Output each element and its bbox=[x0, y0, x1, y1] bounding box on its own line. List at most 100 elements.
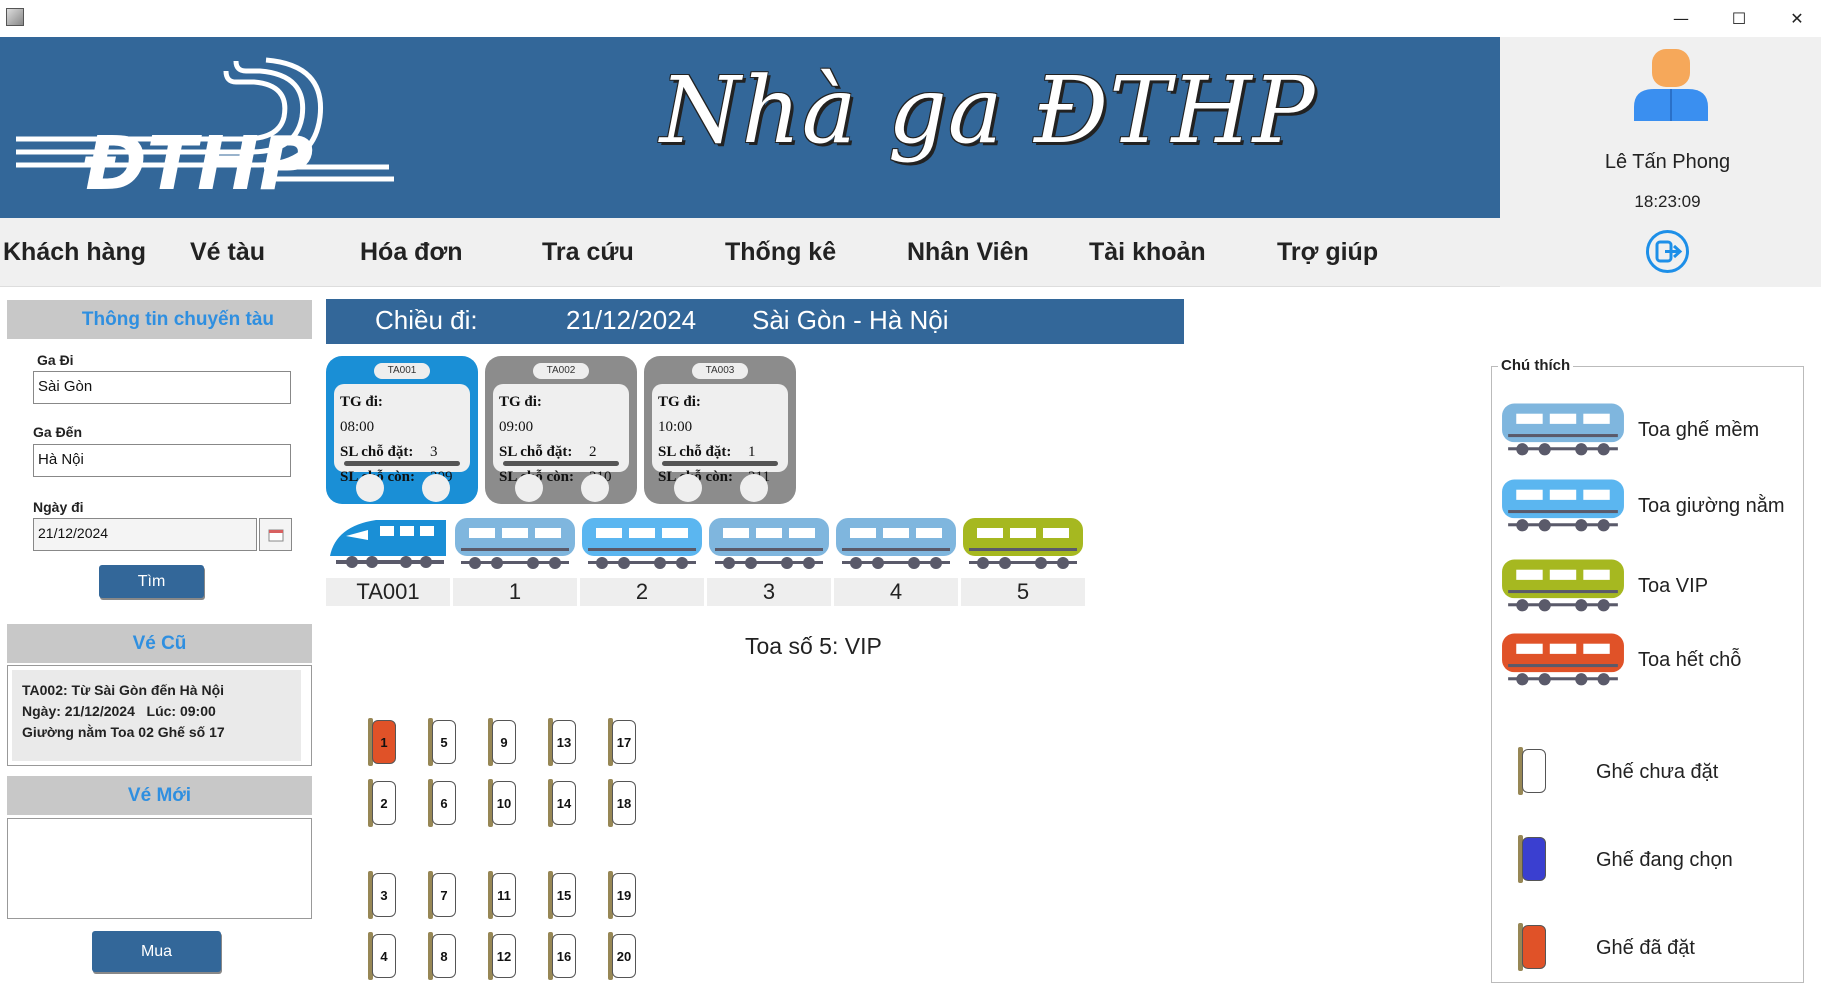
trip-card-wheel bbox=[740, 474, 768, 502]
seat-17[interactable]: 17 bbox=[608, 718, 638, 766]
legend-seat-icon bbox=[1518, 923, 1548, 971]
minimize-icon[interactable]: — bbox=[1661, 4, 1701, 32]
menu-ve-tau[interactable]: Vé tàu bbox=[190, 238, 265, 267]
legend-seat-label: Ghế chưa đặt bbox=[1596, 761, 1719, 783]
trip-card-ta002[interactable]: TA002TG đi:09:00SL chỗ đặt:2SL chỗ còn:2… bbox=[485, 356, 637, 504]
train-car-4[interactable]: 4 bbox=[834, 516, 960, 608]
trip-card-bar bbox=[503, 461, 619, 466]
buy-button[interactable]: Mua bbox=[92, 931, 221, 972]
seat-number: 9 bbox=[492, 720, 516, 764]
user-panel: Lê Tấn Phong 18:23:09 bbox=[1500, 37, 1821, 287]
seat-7[interactable]: 7 bbox=[428, 871, 458, 919]
seat-16[interactable]: 16 bbox=[548, 932, 578, 980]
legend-seat-label: Ghế đang chọn bbox=[1596, 849, 1733, 871]
calendar-icon[interactable] bbox=[259, 518, 292, 551]
logout-icon[interactable] bbox=[1645, 229, 1690, 274]
seat-number: 4 bbox=[372, 934, 396, 978]
booked-count: 3 bbox=[430, 444, 438, 460]
menu-tro-giup[interactable]: Trợ giúp bbox=[1277, 238, 1378, 267]
train-car-1[interactable]: 1 bbox=[453, 516, 579, 608]
seat-14[interactable]: 14 bbox=[548, 779, 578, 827]
menu-khach-hang[interactable]: Khách hàng bbox=[3, 238, 146, 267]
seat-4[interactable]: 4 bbox=[368, 932, 398, 980]
coach-title: Toa số 5: VIP bbox=[745, 633, 882, 659]
to-station-input[interactable]: Hà Nội bbox=[33, 444, 291, 477]
from-station-input[interactable]: Sài Gòn bbox=[33, 371, 291, 404]
train-car-label: 2 bbox=[580, 578, 704, 606]
route-bar: Chiều đi: 21/12/2024 Sài Gòn - Hà Nội bbox=[326, 299, 1184, 344]
date-label: Ngày đi bbox=[33, 499, 84, 515]
seat-13[interactable]: 13 bbox=[548, 718, 578, 766]
legend-car-label: Toa giường nằm bbox=[1638, 495, 1785, 517]
train-car-5[interactable]: 5 bbox=[961, 516, 1087, 608]
old-ticket-line: Giường nằm Toa 02 Ghế số 17 bbox=[22, 724, 225, 740]
app-icon bbox=[6, 8, 24, 26]
seat-number: 8 bbox=[432, 934, 456, 978]
seat-18[interactable]: 18 bbox=[608, 779, 638, 827]
maximize-icon[interactable]: ☐ bbox=[1719, 4, 1759, 32]
train-car-label: 4 bbox=[834, 578, 958, 606]
seat-number: 3 bbox=[372, 873, 396, 917]
trip-card-wheel bbox=[581, 474, 609, 502]
legend-car-icon bbox=[1500, 401, 1626, 468]
seat-12[interactable]: 12 bbox=[488, 932, 518, 980]
legend-title: Chú thích bbox=[1498, 357, 1574, 374]
seat-cushion bbox=[1522, 837, 1546, 881]
train-car-label: 3 bbox=[707, 578, 831, 606]
seat-10[interactable]: 10 bbox=[488, 779, 518, 827]
seat-number: 13 bbox=[552, 720, 576, 764]
train-car-label: 1 bbox=[453, 578, 577, 606]
trip-card-wheel bbox=[674, 474, 702, 502]
search-button[interactable]: Tìm bbox=[99, 565, 204, 598]
locomotive-label: TA001 bbox=[326, 578, 450, 606]
legend-car-label: Toa ghế mềm bbox=[1638, 419, 1760, 441]
seat-2[interactable]: 2 bbox=[368, 779, 398, 827]
route-date: 21/12/2024 bbox=[566, 305, 697, 335]
depart-label: TG đi: bbox=[340, 394, 383, 410]
trip-card-ta003[interactable]: TA003TG đi:10:00SL chỗ đặt:1SL chỗ còn:2… bbox=[644, 356, 796, 504]
trip-card-ta001[interactable]: TA001TG đi:08:00SL chỗ đặt:3SL chỗ còn:2… bbox=[326, 356, 478, 504]
seat-6[interactable]: 6 bbox=[428, 779, 458, 827]
train-car-3[interactable]: 3 bbox=[707, 516, 833, 608]
depart-time: 10:00 bbox=[658, 419, 693, 435]
legend-seat-label: Ghế đã đặt bbox=[1596, 937, 1695, 959]
seat-number: 20 bbox=[612, 934, 636, 978]
seat-number: 12 bbox=[492, 934, 516, 978]
trip-card-wheel bbox=[422, 474, 450, 502]
seat-11[interactable]: 11 bbox=[488, 871, 518, 919]
brand-title: Nhà ga ĐTHP bbox=[660, 57, 1316, 164]
seat-1[interactable]: 1 bbox=[368, 718, 398, 766]
new-ticket-title: Vé Mới bbox=[7, 776, 312, 815]
old-ticket-box: TA002: Từ Sài Gòn đến Hà Nội Ngày: 21/12… bbox=[7, 665, 312, 766]
seat-number: 10 bbox=[492, 781, 516, 825]
menu-thong-ke[interactable]: Thống kê bbox=[725, 238, 836, 267]
seat-5[interactable]: 5 bbox=[428, 718, 458, 766]
booked-count: 1 bbox=[748, 444, 756, 460]
locomotive[interactable]: TA001 bbox=[326, 516, 452, 608]
menu-nhan-vien[interactable]: Nhân Viên bbox=[907, 238, 1029, 267]
seat-8[interactable]: 8 bbox=[428, 932, 458, 980]
menu-hoa-don[interactable]: Hóa đơn bbox=[360, 238, 463, 267]
menu-tai-khoan[interactable]: Tài khoản bbox=[1089, 238, 1206, 267]
seat-3[interactable]: 3 bbox=[368, 871, 398, 919]
menu-tra-cuu[interactable]: Tra cứu bbox=[542, 238, 634, 267]
date-input[interactable]: 21/12/2024 bbox=[33, 518, 257, 551]
booked-count: 2 bbox=[589, 444, 597, 460]
left-label: SL chỗ còn: bbox=[340, 469, 416, 485]
legend-seat-icon bbox=[1518, 747, 1548, 795]
trip-card-bar bbox=[344, 461, 460, 466]
seat-15[interactable]: 15 bbox=[548, 871, 578, 919]
depart-time: 09:00 bbox=[499, 419, 534, 435]
seat-9[interactable]: 9 bbox=[488, 718, 518, 766]
legend-car-icon bbox=[1500, 631, 1626, 698]
seat-number: 19 bbox=[612, 873, 636, 917]
close-icon[interactable]: ✕ bbox=[1777, 4, 1817, 32]
seat-19[interactable]: 19 bbox=[608, 871, 638, 919]
legend-seat-icon bbox=[1518, 835, 1548, 883]
seat-20[interactable]: 20 bbox=[608, 932, 638, 980]
depart-label: TG đi: bbox=[658, 394, 701, 410]
seat-number: 18 bbox=[612, 781, 636, 825]
train-car-2[interactable]: 2 bbox=[580, 516, 706, 608]
seat-number: 17 bbox=[612, 720, 636, 764]
svg-text:ĐTHP: ĐTHP bbox=[83, 121, 313, 197]
